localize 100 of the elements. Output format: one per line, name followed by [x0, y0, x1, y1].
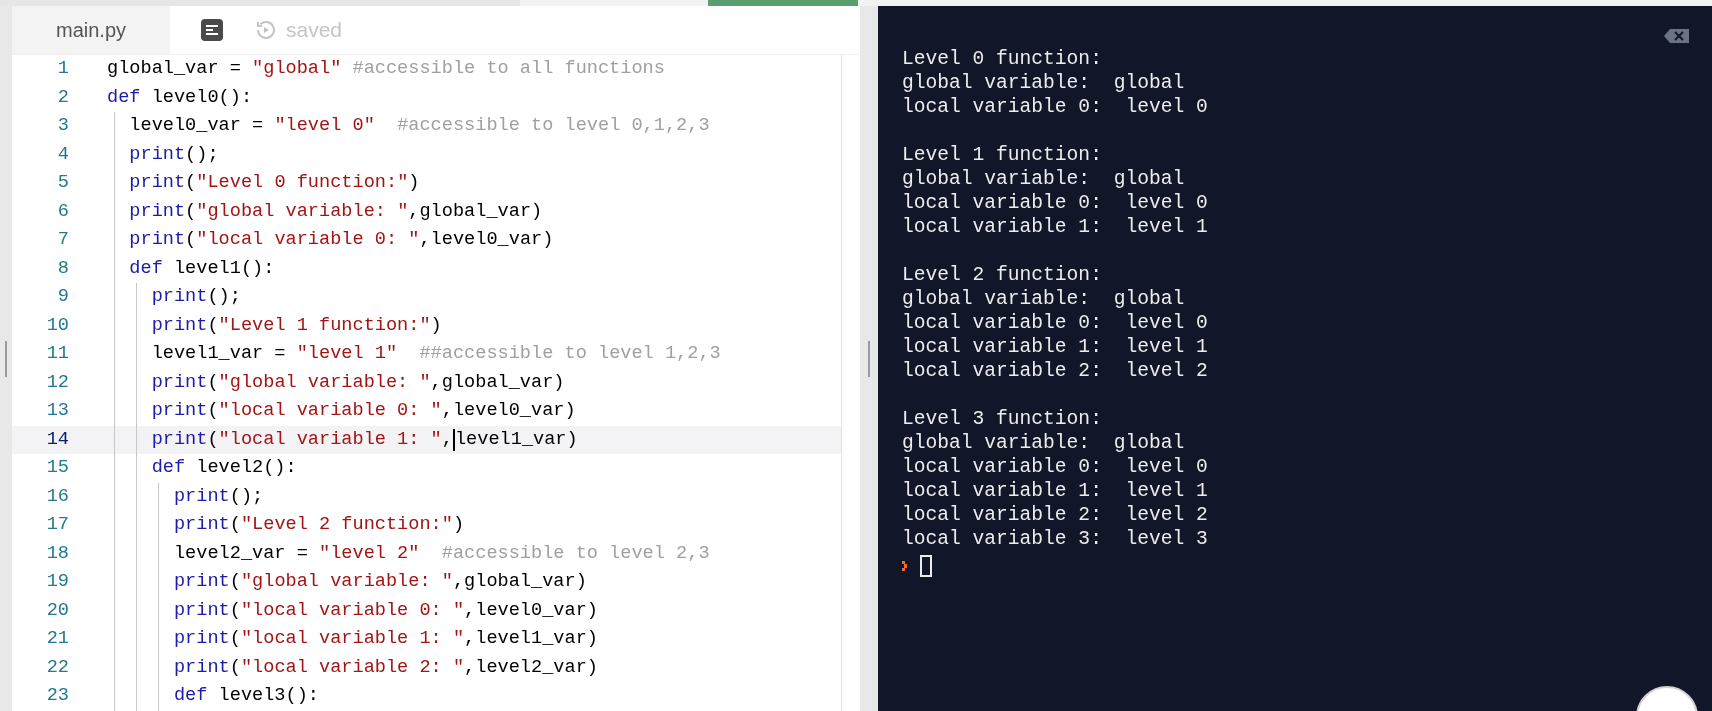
code-text: (	[207, 427, 219, 452]
document-icon[interactable]	[200, 18, 224, 42]
line-number: 5	[56, 171, 69, 195]
console-output-line: Level 2 function:	[902, 263, 1103, 287]
code-text: (	[207, 399, 219, 423]
string-literal: "local variable 2: "	[240, 655, 465, 680]
console-output-line: local variable 1: level 1	[902, 335, 1209, 359]
keyword: print	[151, 399, 208, 423]
code-text: (	[185, 171, 197, 195]
code-text: (	[185, 228, 197, 252]
string-literal: "global variable: "	[196, 199, 409, 224]
console-output-line: global variable: global	[902, 431, 1186, 455]
keyword: def	[173, 684, 208, 708]
line-number: 23	[45, 684, 69, 708]
console-output-line: local variable 0: level 0	[902, 191, 1209, 215]
keyword: print	[173, 570, 230, 594]
keyword: print	[173, 627, 230, 651]
code-comment: #accessible to level 0,1,2,3	[396, 114, 710, 138]
keyword: print	[129, 199, 186, 224]
code-text: level1_var)	[454, 427, 578, 452]
keyword: print	[173, 513, 230, 537]
string-literal: "level 1"	[296, 342, 398, 366]
line-number: 3	[56, 114, 69, 138]
line-number: 22	[45, 655, 69, 680]
code-text: (	[229, 570, 241, 594]
clear-console-icon[interactable]	[1664, 28, 1690, 44]
code-text: (	[229, 513, 241, 537]
line-number: 4	[56, 142, 69, 167]
code-text: ,level2_var)	[464, 655, 598, 680]
code-text: ();	[229, 484, 264, 509]
code-text: ,level0_var)	[441, 399, 576, 423]
line-number: 14	[45, 427, 69, 452]
code-text: (	[185, 199, 197, 224]
string-literal: "global variable: "	[240, 570, 453, 594]
keyword: def	[151, 456, 186, 480]
code-text: level1():	[172, 256, 275, 281]
file-tab[interactable]: main.py	[12, 6, 170, 54]
console-output-line: local variable 1: level 1	[902, 215, 1209, 239]
code-text: )	[452, 513, 465, 537]
console-output-line: local variable 2: level 2	[902, 503, 1209, 527]
string-literal: "local variable 0: "	[240, 598, 465, 623]
input-cursor[interactable]	[920, 555, 932, 577]
string-literal: "Level 0 function:"	[196, 171, 409, 195]
string-literal: "Level 2 function:"	[240, 513, 453, 537]
keyword: print	[173, 655, 230, 680]
code-text: level0():	[150, 85, 253, 110]
string-literal: "local variable 0: "	[218, 399, 442, 423]
keyword: def	[107, 85, 141, 110]
string-literal: "Level 1 function:"	[218, 313, 431, 338]
code-text: ,level0_var)	[419, 228, 554, 252]
console-output-line: local variable 2: level 2	[902, 359, 1209, 383]
keyword: print	[151, 313, 208, 338]
code-text: )	[408, 171, 420, 195]
code-text: ,	[441, 427, 453, 452]
code-text: (	[207, 370, 219, 395]
line-number: 1	[56, 57, 69, 81]
code-text: level1_var =	[151, 342, 287, 366]
line-number: 15	[45, 456, 69, 480]
console-output-line: Level 1 function:	[902, 143, 1103, 167]
code-text: )	[430, 313, 442, 338]
line-number: 9	[56, 285, 69, 309]
console-output-line: local variable 0: level 0	[902, 95, 1209, 119]
string-literal: "local variable 0: "	[196, 228, 420, 252]
line-number: 6	[56, 199, 69, 224]
string-literal: "level 2"	[319, 541, 420, 566]
string-literal: "level 0"	[274, 114, 375, 138]
console-output-line: local variable 0: level 0	[902, 455, 1209, 479]
line-number: 13	[45, 399, 69, 423]
keyword: print	[151, 285, 208, 309]
save-status: saved	[286, 17, 343, 44]
keyword: print	[151, 427, 208, 452]
code-text: level2_var =	[173, 541, 309, 566]
code-text: (	[207, 313, 219, 338]
code-text: ,level0_var)	[464, 598, 598, 623]
code-text: (	[229, 655, 241, 680]
line-number: 17	[45, 513, 69, 537]
string-literal: "local variable 1: "	[218, 427, 442, 452]
code-text: ();	[185, 142, 219, 167]
console-output-line: local variable 3: level 3	[902, 527, 1209, 551]
code-comment: ##accessible to level 1,2,3	[418, 342, 721, 366]
console-output-line: global variable: global	[902, 71, 1186, 95]
resize-handle[interactable]	[5, 340, 7, 377]
keyword: print	[151, 370, 208, 395]
line-number: 18	[45, 541, 69, 566]
string-literal: "global variable: "	[218, 370, 431, 395]
console-output-line: local variable 1: level 1	[902, 479, 1209, 503]
string-literal: "global"	[252, 57, 342, 81]
line-number: 10	[45, 313, 69, 338]
code-text: ();	[207, 285, 241, 309]
console-output-line: global variable: global	[902, 287, 1186, 311]
resize-handle[interactable]	[868, 340, 870, 377]
keyword: print	[173, 598, 230, 623]
code-text: level0_var =	[129, 114, 265, 138]
code-text: global_var =	[107, 57, 242, 81]
code-text: ,global_var)	[430, 370, 565, 395]
code-text: ,global_var)	[408, 199, 543, 224]
keyword: print	[129, 228, 186, 252]
line-number: 2	[56, 85, 69, 110]
line-number: 12	[45, 370, 69, 395]
string-literal: "local variable 1: "	[240, 627, 465, 651]
